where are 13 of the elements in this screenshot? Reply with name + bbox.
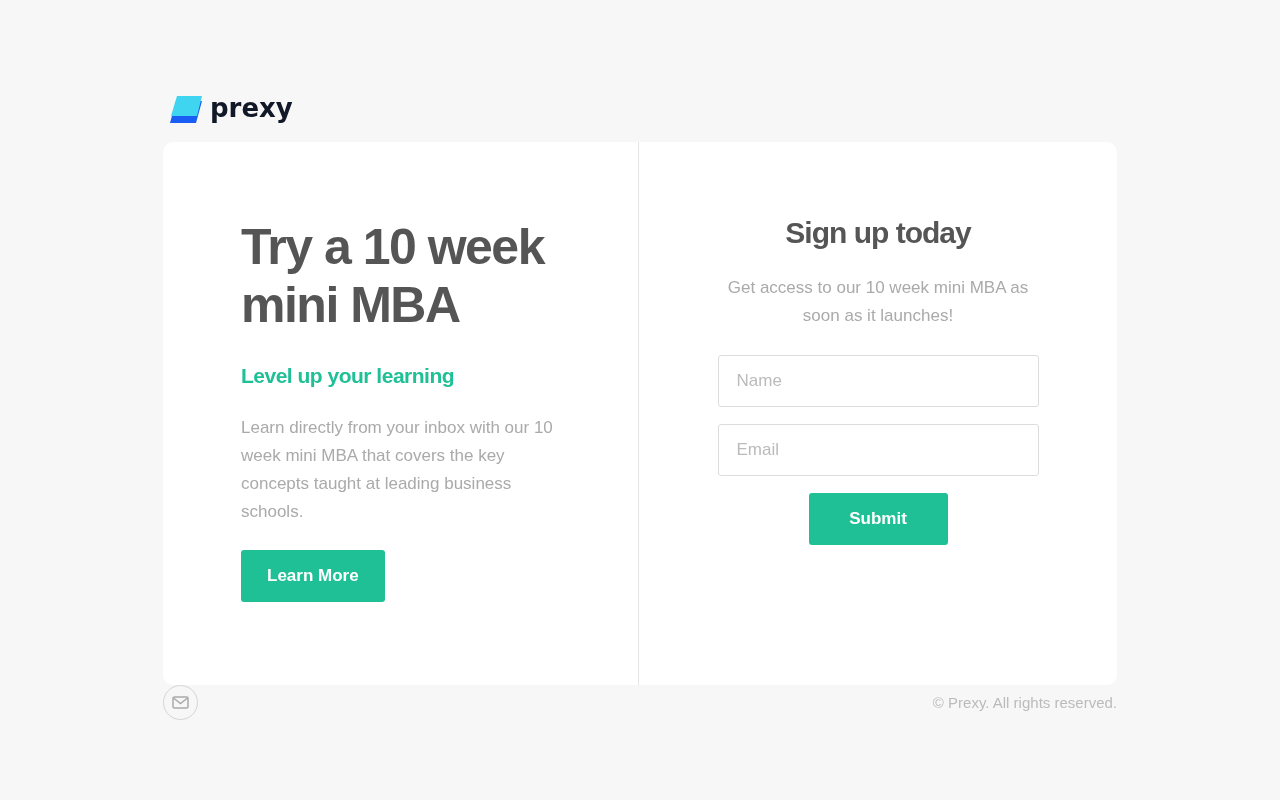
hero-title: Try a 10 week mini MBA (241, 218, 546, 334)
mail-icon (172, 696, 189, 709)
copyright-text: © Prexy. All rights reserved. (932, 694, 1117, 711)
hero-description: Learn directly from your inbox with our 10 week mini MBA that covers the key concepts taught at leading business schools. (241, 417, 554, 523)
brand-name: prexy (210, 95, 293, 121)
input-field[interactable]: Email (717, 424, 1039, 476)
hero-subtitle: Level up your learning (241, 364, 456, 388)
input-field[interactable]: Name (717, 355, 1039, 407)
signup-intro: Get access to our 10 week mini MBA as soon as it launches! (726, 277, 1030, 327)
submit-button[interactable]: Submit (808, 493, 948, 545)
logo-icon (168, 95, 204, 125)
signup-title: Sign up today (785, 216, 971, 250)
learn-more-button[interactable]: Learn More (241, 550, 385, 602)
